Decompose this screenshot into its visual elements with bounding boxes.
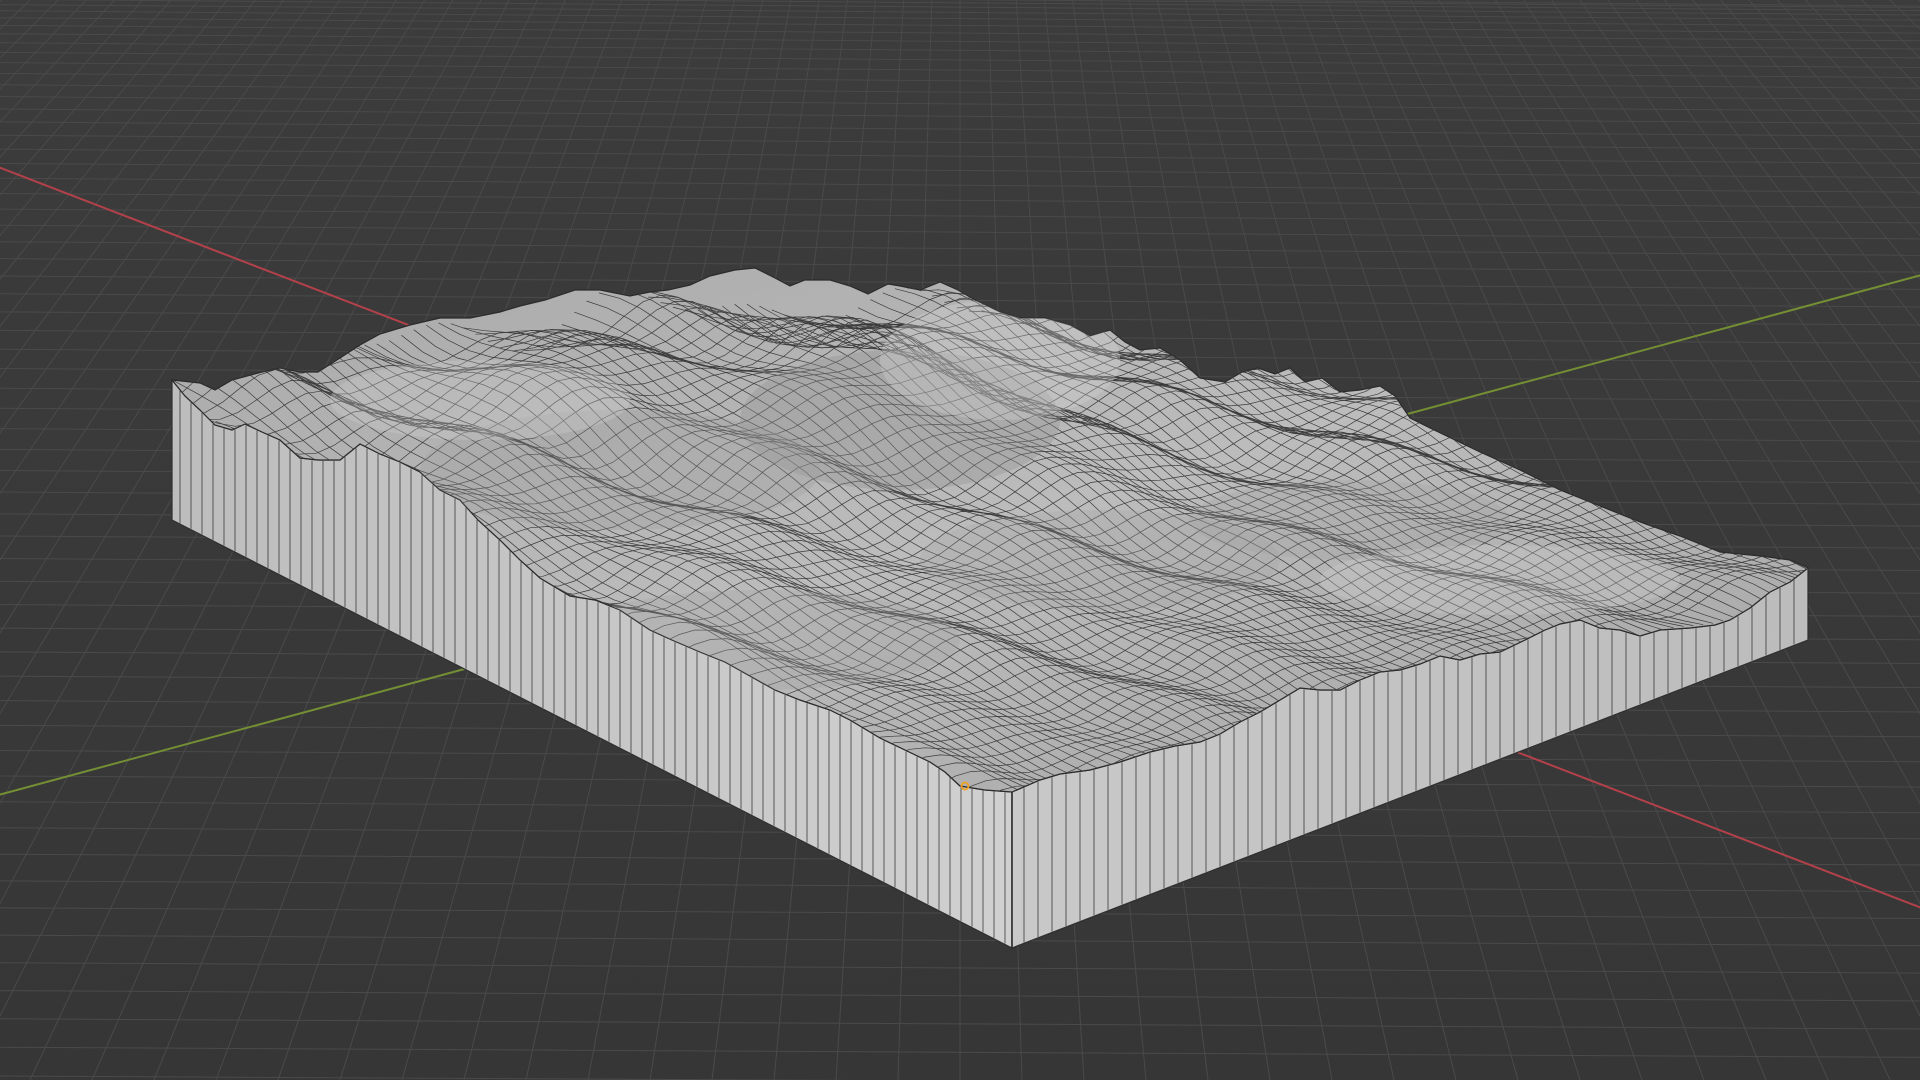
shading-blob (1320, 545, 1680, 615)
viewport-canvas[interactable] (0, 0, 1920, 1080)
shading-blob (330, 360, 630, 440)
3d-viewport[interactable] (0, 0, 1920, 1080)
